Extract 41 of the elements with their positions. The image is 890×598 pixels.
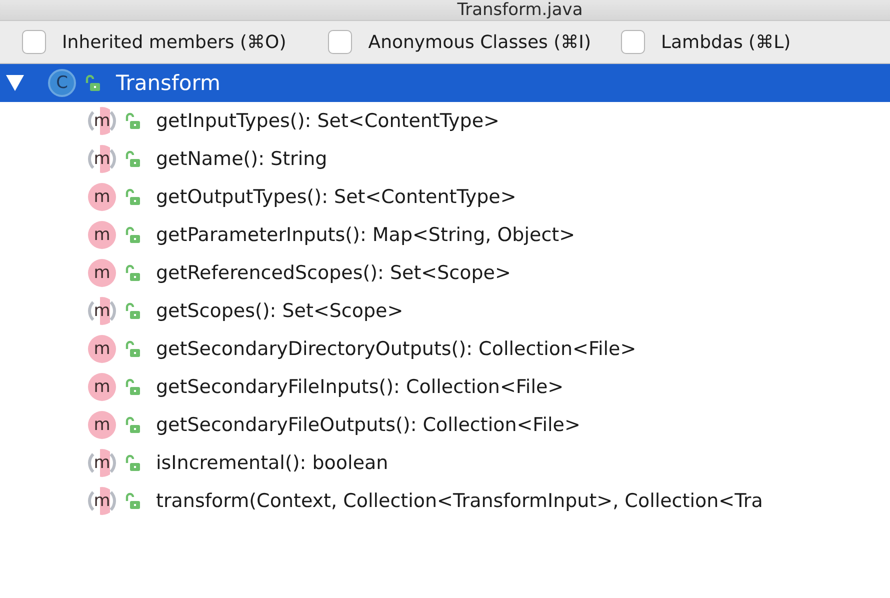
tree-row[interactable]: C Transform bbox=[0, 64, 890, 102]
abstract-method-icon: m bbox=[88, 297, 116, 325]
unlocked-padlock-icon bbox=[124, 226, 142, 244]
unlocked-padlock-icon bbox=[124, 188, 142, 206]
tree-row[interactable]: m isIncremental(): boolean bbox=[0, 444, 890, 482]
unlocked-padlock-icon bbox=[124, 492, 142, 510]
tree-row[interactable]: m getSecondaryFileOutputs(): Collection<File> bbox=[0, 406, 890, 444]
unlocked-padlock-icon bbox=[124, 302, 142, 320]
tree-row[interactable]: m transform(Context, Collection<TransformInput>, Collection<Tra bbox=[0, 482, 890, 520]
unlocked-padlock-icon bbox=[124, 340, 142, 358]
unlocked-padlock-icon bbox=[124, 112, 142, 130]
tree-row[interactable]: m getSecondaryDirectoryOutputs(): Collection<File> bbox=[0, 330, 890, 368]
filter-checkbox[interactable]: Inherited members (⌘O) bbox=[22, 30, 286, 54]
unlocked-padlock-icon bbox=[124, 454, 142, 472]
unlocked-padlock-icon bbox=[124, 150, 142, 168]
unlocked-padlock-icon bbox=[124, 378, 142, 396]
filter-checkbox[interactable]: Anonymous Classes (⌘I) bbox=[328, 30, 591, 54]
abstract-method-icon: m bbox=[88, 487, 116, 515]
method-icon: m bbox=[88, 259, 116, 287]
method-icon: m bbox=[88, 183, 116, 211]
abstract-method-icon: m bbox=[88, 107, 116, 135]
tree-row[interactable]: m getScopes(): Set<Scope> bbox=[0, 292, 890, 330]
tree-row[interactable]: m getParameterInputs(): Map<String, Object> bbox=[0, 216, 890, 254]
window-title: Transform.java bbox=[457, 0, 583, 20]
method-icon: m bbox=[88, 373, 116, 401]
method-icon: m bbox=[88, 411, 116, 439]
expand-triangle-icon[interactable] bbox=[6, 75, 24, 91]
tree-row[interactable]: m getName(): String bbox=[0, 140, 890, 178]
unlocked-padlock-icon bbox=[84, 74, 102, 92]
method-icon: m bbox=[88, 221, 116, 249]
abstract-method-icon: m bbox=[88, 145, 116, 173]
method-icon: m bbox=[88, 335, 116, 363]
tree-row[interactable]: m getReferencedScopes(): Set<Scope> bbox=[0, 254, 890, 292]
tree-row[interactable]: m getOutputTypes(): Set<ContentType> bbox=[0, 178, 890, 216]
filter-checkbox[interactable]: Lambdas (⌘L) bbox=[620, 30, 791, 54]
tree-row[interactable]: m getSecondaryFileInputs(): Collection<File> bbox=[0, 368, 890, 406]
abstract-method-icon: m bbox=[88, 449, 116, 477]
tree-row[interactable]: m getInputTypes(): Set<ContentType> bbox=[0, 102, 890, 140]
unlocked-padlock-icon bbox=[124, 416, 142, 434]
unlocked-padlock-icon bbox=[124, 264, 142, 282]
class-icon: C bbox=[48, 69, 76, 97]
